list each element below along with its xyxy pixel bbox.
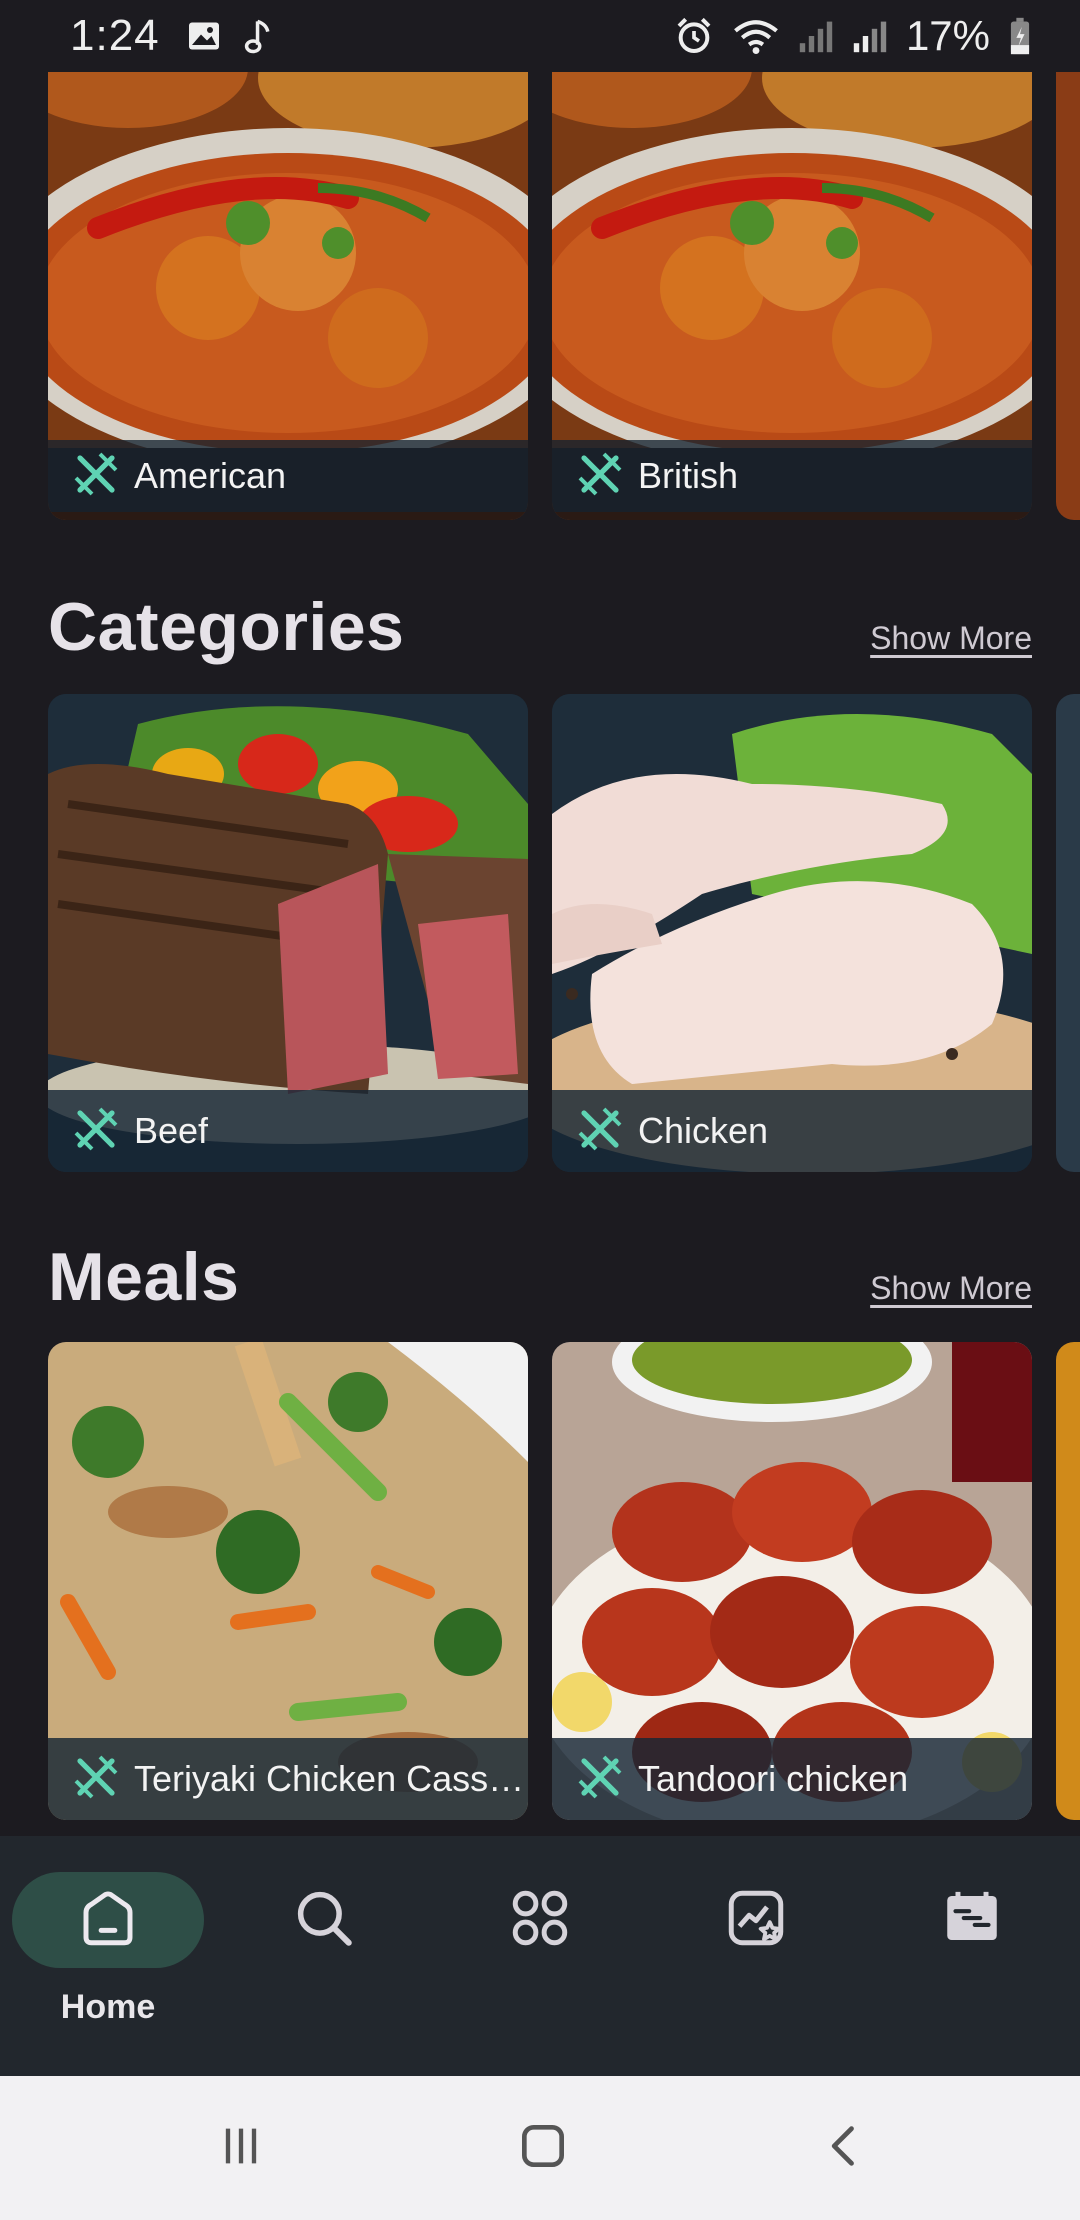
nav-item-favorites[interactable]: [660, 1872, 852, 2052]
card-label: American: [48, 440, 528, 512]
back-chevron-icon: [819, 2120, 871, 2177]
image-icon: [186, 18, 222, 54]
home-icon: [75, 1885, 141, 1956]
recent-apps-button[interactable]: [196, 2112, 286, 2184]
meal-card-tandoori[interactable]: Tandoori chicken: [552, 1342, 1032, 1820]
meals-row: Teriyaki Chicken Casserole Tandoori chic…: [0, 1342, 1080, 1822]
category-card-chicken[interactable]: Chicken: [552, 694, 1032, 1172]
categories-row: Beef Chicken: [0, 694, 1080, 1174]
favorites-icon: [723, 1885, 789, 1956]
nav-item-home[interactable]: Home: [12, 1872, 204, 2052]
nav-item-search[interactable]: [228, 1872, 420, 2052]
home-square-icon: [515, 2118, 571, 2179]
categories-title: Categories: [48, 589, 405, 665]
cutlery-icon: [576, 1753, 624, 1806]
signal-icon: [798, 17, 834, 55]
card-title: Chicken: [638, 1110, 769, 1151]
card-title: Tandoori chicken: [638, 1758, 909, 1799]
card-title: British: [638, 455, 739, 496]
cuisine-card-british[interactable]: British: [552, 72, 1032, 520]
category-card-beef[interactable]: Beef: [48, 694, 528, 1172]
nav-pill: [228, 1872, 420, 1968]
nav-item-browse[interactable]: [444, 1872, 636, 2052]
card-label: Beef: [48, 1090, 528, 1172]
calendar-icon: [939, 1885, 1005, 1956]
home-system-button[interactable]: [498, 2112, 588, 2184]
nav-pill: [876, 1872, 1068, 1968]
cuisine-card-american[interactable]: American: [48, 72, 528, 520]
card-label: British: [552, 440, 1032, 512]
nav-label-home: Home: [60, 1988, 156, 2026]
nav-pill: [444, 1872, 636, 1968]
nav-pill: [660, 1872, 852, 1968]
meal-card-peek[interactable]: [1056, 1342, 1080, 1820]
bottom-navigation: Home: [0, 1836, 1080, 2076]
status-bar: 1:24 17%: [0, 0, 1080, 72]
card-title: Beef: [134, 1110, 209, 1151]
cutlery-icon: [72, 1753, 120, 1806]
recent-apps-icon: [215, 2120, 267, 2177]
card-title: American: [134, 455, 287, 496]
nav-active-indicator: [12, 1872, 204, 1968]
category-card-peek[interactable]: [1056, 694, 1080, 1172]
cuisine-card-peek[interactable]: [1056, 72, 1080, 520]
card-label: Tandoori chicken: [552, 1738, 1032, 1820]
battery-percentage: 17%: [905, 12, 990, 59]
status-time: 1:24: [70, 11, 160, 60]
card-label: Chicken: [552, 1090, 1032, 1172]
cutlery-icon: [576, 1105, 624, 1158]
cutlery-icon: [72, 450, 120, 503]
search-icon: [291, 1885, 357, 1956]
grid-icon: [507, 1885, 573, 1956]
cuisines-row: American British: [0, 72, 1080, 528]
back-button[interactable]: [800, 2112, 890, 2184]
meals-show-more-link[interactable]: Show More: [870, 1270, 1032, 1307]
music-note-icon: [244, 17, 274, 55]
cutlery-icon: [576, 450, 624, 503]
nav-item-planner[interactable]: [876, 1872, 1068, 2052]
card-label: Teriyaki Chicken Casserole: [48, 1738, 528, 1820]
cutlery-icon: [72, 1105, 120, 1158]
wifi-icon: [732, 16, 780, 56]
categories-show-more-link[interactable]: Show More: [870, 620, 1032, 657]
battery-icon: [1008, 16, 1032, 56]
signal-icon: [852, 17, 888, 55]
meal-card-teriyaki[interactable]: Teriyaki Chicken Casserole: [48, 1342, 528, 1820]
alarm-icon: [674, 16, 714, 56]
system-navigation-bar: [0, 2076, 1080, 2220]
card-title: Teriyaki Chicken Casserole: [134, 1758, 528, 1799]
meals-title: Meals: [48, 1239, 240, 1315]
